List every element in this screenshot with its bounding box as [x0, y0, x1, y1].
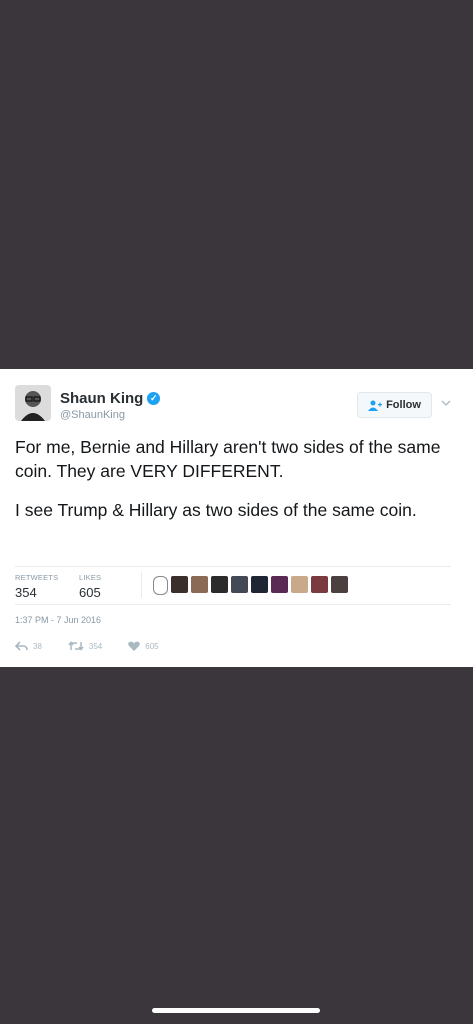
heart-icon: [128, 641, 141, 651]
reply-button[interactable]: 38: [15, 641, 42, 651]
add-user-icon: [368, 400, 383, 411]
tweet-paragraph-1: For me, Bernie and Hillary aren't two si…: [15, 437, 441, 481]
follow-label: Follow: [386, 399, 421, 411]
retweets-label: RETWEETS: [15, 573, 59, 582]
reply-count: 38: [33, 641, 42, 651]
avatar[interactable]: [15, 385, 51, 421]
divider: [15, 604, 451, 605]
tweet-actions: 38 354 605: [15, 641, 185, 651]
author-name[interactable]: Shaun King ✓: [60, 390, 161, 407]
liker-avatar[interactable]: [251, 576, 268, 593]
like-button[interactable]: 605: [128, 641, 159, 651]
retweet-count: 354: [88, 641, 103, 651]
verified-badge-icon: ✓: [147, 392, 161, 405]
home-indicator[interactable]: [152, 1008, 320, 1013]
liker-avatar[interactable]: [191, 576, 208, 593]
chevron-down-icon[interactable]: [441, 398, 451, 408]
retweet-icon: [68, 641, 84, 651]
liker-avatar[interactable]: [171, 576, 188, 593]
tweet-timestamp[interactable]: 1:37 PM - 7 Jun 2016: [15, 615, 101, 625]
reply-icon: [15, 641, 28, 651]
author-name-text: Shaun King: [60, 390, 144, 407]
likes-count[interactable]: 605: [79, 585, 101, 600]
tweet-card: Shaun King ✓ @ShaunKing Follow For me, B…: [0, 369, 473, 667]
retweet-button[interactable]: 354: [68, 641, 102, 651]
liker-avatar[interactable]: [153, 576, 168, 595]
avatar-image: [15, 385, 51, 421]
like-count: 605: [145, 641, 159, 651]
liker-avatar[interactable]: [211, 576, 228, 593]
retweets-count[interactable]: 354: [15, 585, 37, 600]
liker-avatar[interactable]: [271, 576, 288, 593]
follow-button[interactable]: Follow: [357, 392, 432, 418]
tweet-text: For me, Bernie and Hillary aren't two si…: [15, 435, 460, 537]
likers-avatars: [153, 576, 348, 595]
liker-avatar[interactable]: [231, 576, 248, 593]
divider: [15, 566, 451, 567]
liker-avatar[interactable]: [311, 576, 328, 593]
likes-label: LIKES: [79, 573, 102, 582]
author-handle[interactable]: @ShaunKing: [60, 409, 125, 421]
tweet-paragraph-2: I see Trump & Hillary as two sides of th…: [15, 500, 417, 520]
liker-avatar[interactable]: [291, 576, 308, 593]
divider: [141, 572, 142, 598]
liker-avatar[interactable]: [331, 576, 348, 593]
